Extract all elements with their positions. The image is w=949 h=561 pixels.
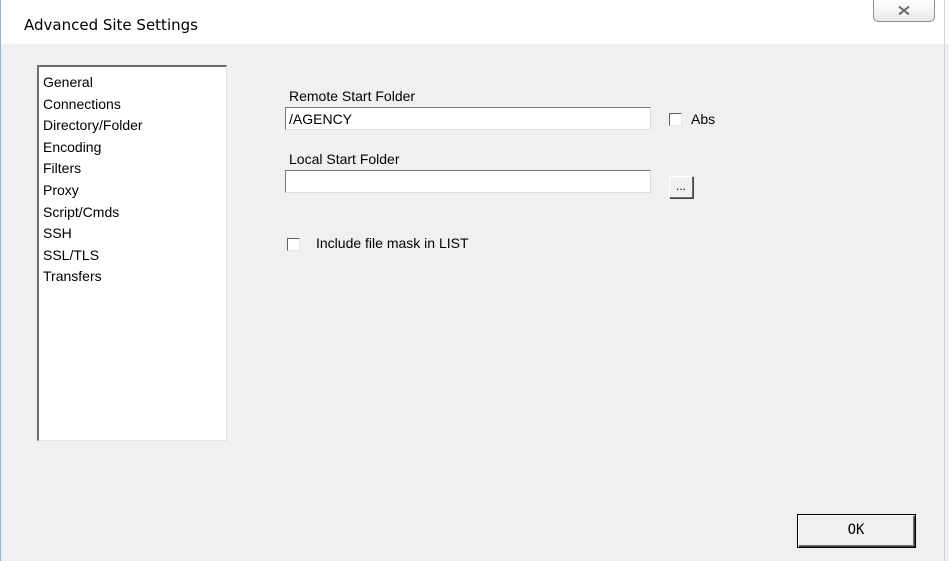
window-edge: [944, 0, 945, 561]
category-item-encoding[interactable]: Encoding: [39, 137, 226, 159]
category-item-general[interactable]: General: [39, 72, 226, 94]
window-title: Advanced Site Settings: [24, 16, 198, 34]
local-start-folder-input[interactable]: [285, 170, 651, 193]
remote-start-folder-input[interactable]: [285, 107, 651, 130]
category-item-filters[interactable]: Filters: [39, 158, 226, 180]
browse-local-folder-button[interactable]: ...: [669, 176, 693, 198]
category-list[interactable]: General Connections Directory/Folder Enc…: [37, 65, 227, 441]
advanced-site-settings-dialog: Advanced Site Settings General Connectio…: [0, 0, 949, 561]
category-item-ssl-tls[interactable]: SSL/TLS: [39, 245, 226, 267]
local-start-folder-label: Local Start Folder: [289, 151, 400, 167]
category-item-transfers[interactable]: Transfers: [39, 266, 226, 288]
category-item-proxy[interactable]: Proxy: [39, 180, 226, 202]
category-item-ssh[interactable]: SSH: [39, 223, 226, 245]
close-button[interactable]: [873, 0, 935, 22]
remote-start-folder-label: Remote Start Folder: [289, 88, 416, 104]
include-file-mask-checkbox[interactable]: [287, 238, 300, 251]
category-item-directory-folder[interactable]: Directory/Folder: [39, 115, 226, 137]
category-item-script-cmds[interactable]: Script/Cmds: [39, 202, 226, 224]
title-bar: Advanced Site Settings: [1, 0, 949, 44]
include-file-mask-label: Include file mask in LIST: [316, 235, 469, 251]
abs-label: Abs: [691, 111, 716, 127]
close-icon: [898, 6, 910, 15]
abs-checkbox[interactable]: [669, 113, 682, 126]
category-item-connections[interactable]: Connections: [39, 94, 226, 116]
ok-button[interactable]: OK: [798, 515, 914, 546]
